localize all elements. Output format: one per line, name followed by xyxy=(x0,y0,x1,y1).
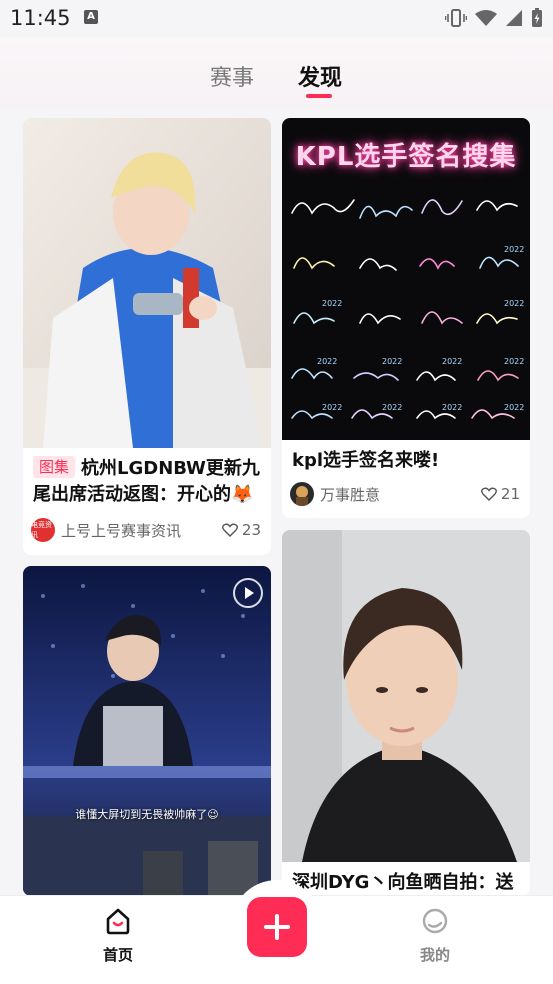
wifi-icon xyxy=(475,10,497,26)
nav-home-label: 首页 xyxy=(102,946,133,964)
poster-year-9: 2022 xyxy=(382,403,402,412)
status-icons xyxy=(445,8,543,28)
post-title: kpl选手签名来喽! xyxy=(292,450,440,471)
post-author[interactable]: 电竞资讯 上号上号赛事资讯 xyxy=(31,518,181,542)
poster-year-8: 2022 xyxy=(322,403,342,412)
battery-icon xyxy=(532,8,542,27)
heart-icon xyxy=(480,487,497,501)
tab-events[interactable]: 赛事 xyxy=(210,60,254,92)
plus-icon xyxy=(264,914,290,940)
feed-card-selfie[interactable]: 深圳DYG丶向鱼晒自拍：送 xyxy=(282,530,530,896)
poster-year-10: 2022 xyxy=(442,403,462,412)
status-bar: 11:45 A xyxy=(0,0,553,38)
top-tab-bar xyxy=(0,38,553,108)
active-tab-indicator xyxy=(306,94,332,98)
feed-card-video[interactable]: 谁懂大屏切到无畏被帅麻了😉 xyxy=(23,566,271,896)
signature-poster: KPL选手签名搜集 2022 2022 2022 2022 2022 2022 … xyxy=(282,118,530,440)
poster-year-7: 2022 xyxy=(504,357,524,366)
album-tag: 图集 xyxy=(33,456,76,478)
play-icon[interactable] xyxy=(233,578,263,608)
author-avatar: 电竞资讯 xyxy=(31,518,55,542)
post-title: 深圳DYG丶向鱼晒自拍：送 xyxy=(292,872,514,893)
author-avatar xyxy=(290,482,314,506)
poster-year-2: 2022 xyxy=(322,299,342,308)
status-time: 11:45 xyxy=(10,6,71,30)
video-thumbnail: 谁懂大屏切到无畏被帅麻了😉 xyxy=(23,566,271,896)
post-title: 图集 杭州LGDNBW更新九 尾出席活动返图：开心的🦊 xyxy=(33,456,260,505)
profile-icon xyxy=(422,908,448,934)
home-icon xyxy=(106,908,130,935)
vibrate-icon xyxy=(445,9,467,27)
feed-card-kpl-signatures[interactable]: KPL选手签名搜集 2022 2022 2022 2022 2022 2022 … xyxy=(282,118,530,518)
notification-icon: A xyxy=(84,10,98,24)
signal-icon xyxy=(506,10,522,26)
post-author[interactable]: 万事胜意 xyxy=(290,482,380,506)
like-count[interactable]: 21 xyxy=(480,485,520,503)
poster-year-1: 2022 xyxy=(504,245,524,254)
feed-card-lgd[interactable]: 图集 杭州LGDNBW更新九 尾出席活动返图：开心的🦊 电竞资讯 上号上号赛事资讯… xyxy=(23,118,271,555)
video-overlay-caption: 谁懂大屏切到无畏被帅麻了😉 xyxy=(75,808,219,821)
post-photo xyxy=(282,530,530,862)
post-photo xyxy=(23,118,271,448)
nav-mine[interactable]: 我的 xyxy=(395,906,475,965)
poster-year-3: 2022 xyxy=(504,299,524,308)
poster-year-4: 2022 xyxy=(317,357,337,366)
poster-year-5: 2022 xyxy=(382,357,402,366)
like-count[interactable]: 23 xyxy=(221,521,261,539)
poster-year-11: 2022 xyxy=(504,403,524,412)
heart-icon xyxy=(221,523,238,537)
nav-home[interactable]: 首页 xyxy=(78,906,158,965)
poster-year-6: 2022 xyxy=(442,357,462,366)
tab-discover[interactable]: 发现 xyxy=(298,60,342,92)
create-post-button[interactable] xyxy=(247,897,307,957)
nav-mine-label: 我的 xyxy=(419,946,450,964)
